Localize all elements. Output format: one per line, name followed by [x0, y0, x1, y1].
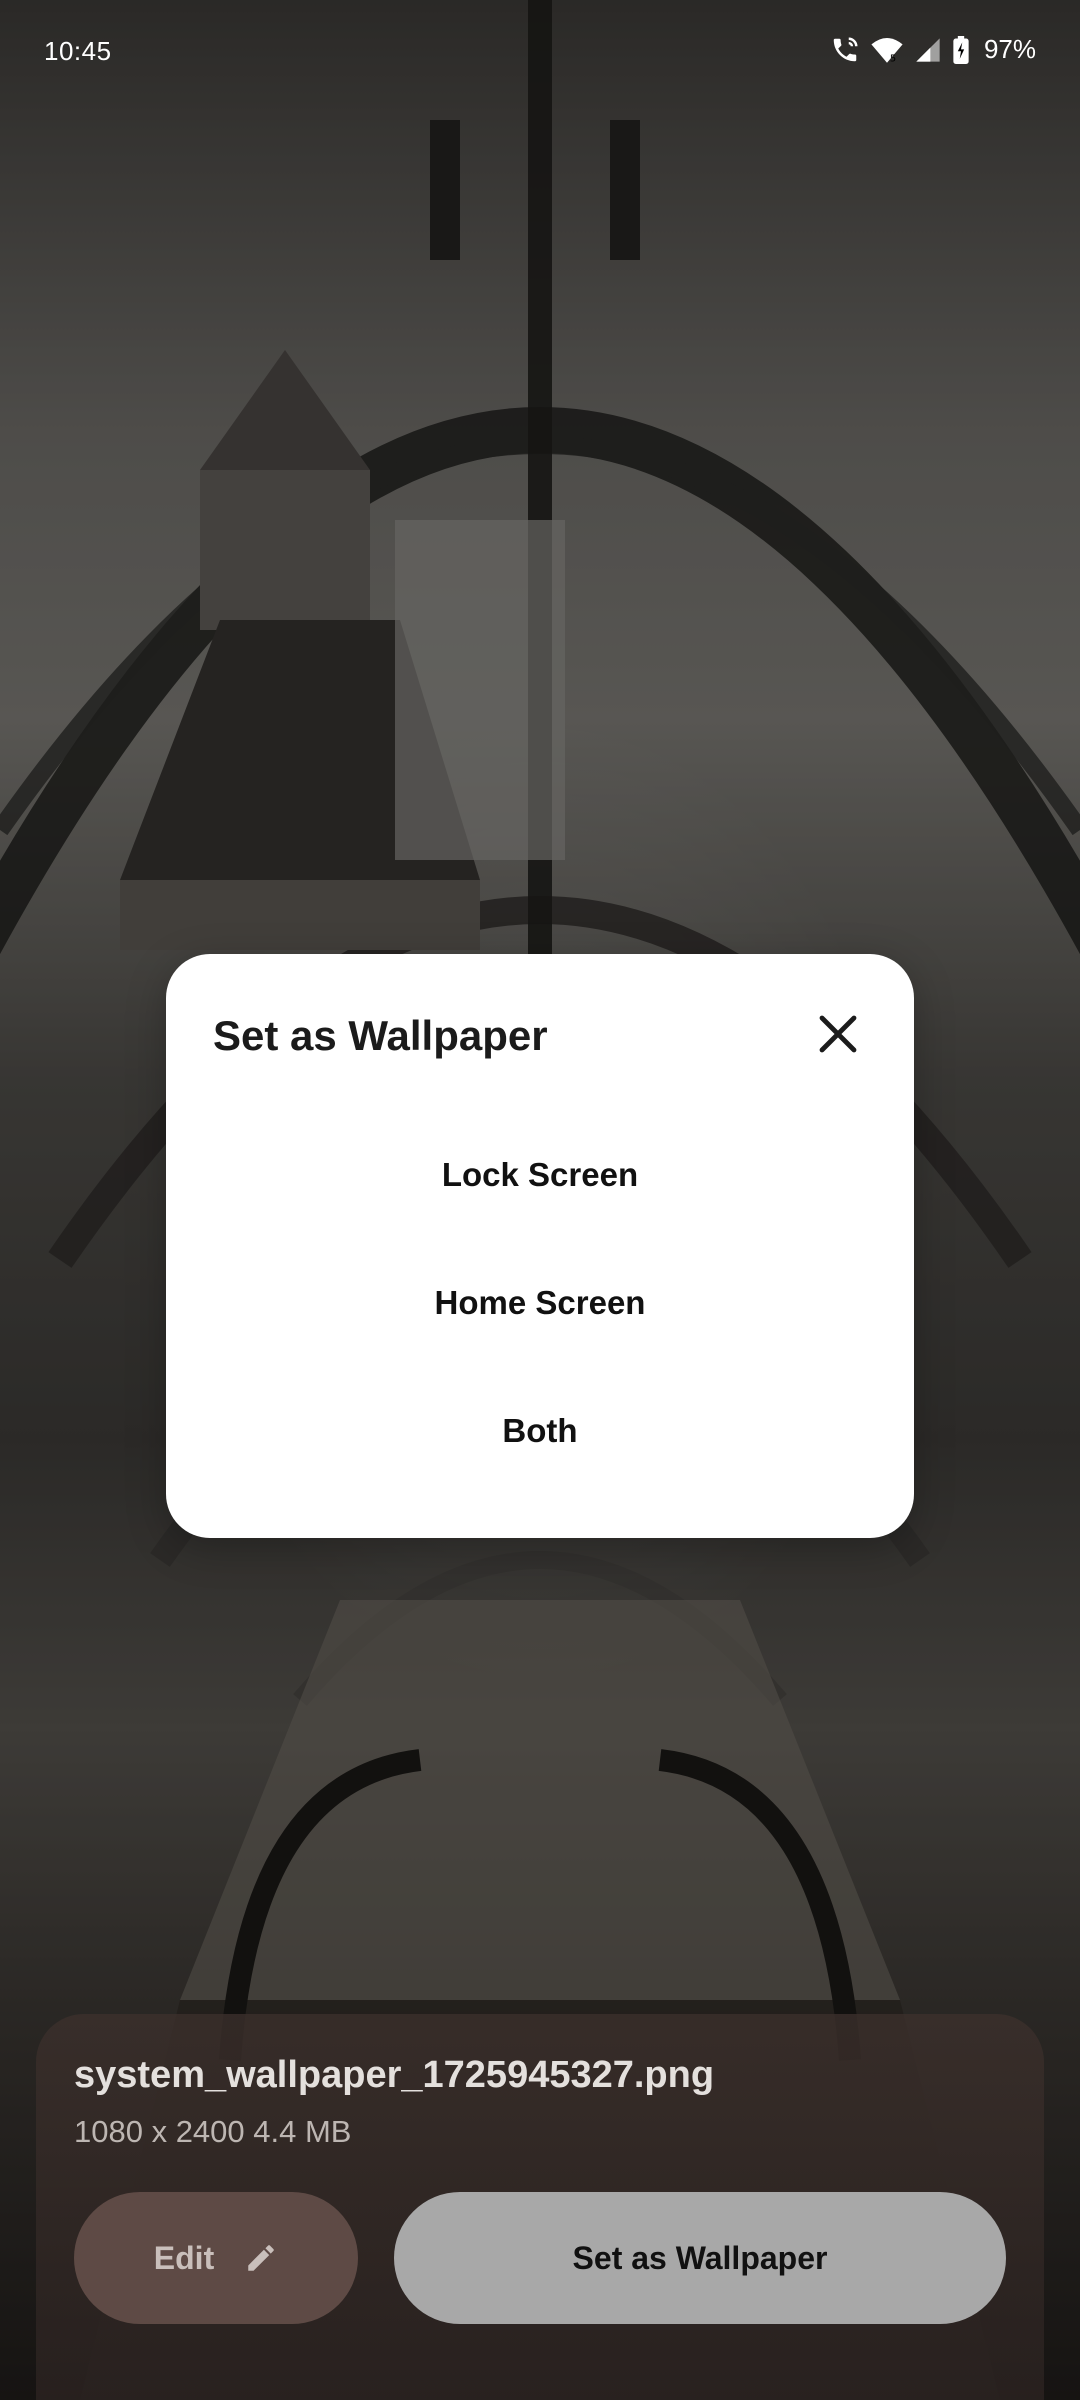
battery-charging-icon — [952, 35, 970, 64]
edit-button-label: Edit — [153, 2239, 215, 2276]
close-button[interactable] — [802, 998, 874, 1070]
svg-text:5: 5 — [890, 53, 896, 64]
file-name: system_wallpaper_1725945327.png — [74, 2054, 715, 2096]
pencil-icon — [248, 2245, 274, 2271]
edit-button[interactable]: Edit — [74, 2192, 358, 2324]
close-icon — [819, 1015, 857, 1053]
set-wallpaper-dialog: Set as Wallpaper Lock Screen Home Screen… — [166, 954, 914, 1538]
battery-percentage: 97% — [983, 34, 1036, 64]
option-home-screen[interactable]: Home Screen — [166, 1248, 914, 1358]
status-time: 10:45 — [44, 36, 112, 66]
wifi-calling-icon — [830, 35, 860, 65]
status-bar: 10:45 5 97% — [0, 0, 1080, 104]
dialog-title: Set as Wallpaper — [213, 1012, 548, 1059]
option-lock-screen[interactable]: Lock Screen — [166, 1120, 914, 1230]
status-icons: 5 97% — [830, 34, 1036, 65]
wifi-icon: 5 — [870, 35, 904, 65]
file-meta: 1080 x 2400 4.4 MB — [74, 2114, 352, 2149]
set-as-wallpaper-button[interactable]: Set as Wallpaper — [394, 2192, 1006, 2324]
set-as-wallpaper-label: Set as Wallpaper — [572, 2239, 828, 2276]
signal-icon — [914, 36, 942, 64]
wallpaper-info-panel: system_wallpaper_1725945327.png 1080 x 2… — [36, 2014, 1044, 2400]
option-both[interactable]: Both — [166, 1376, 914, 1486]
